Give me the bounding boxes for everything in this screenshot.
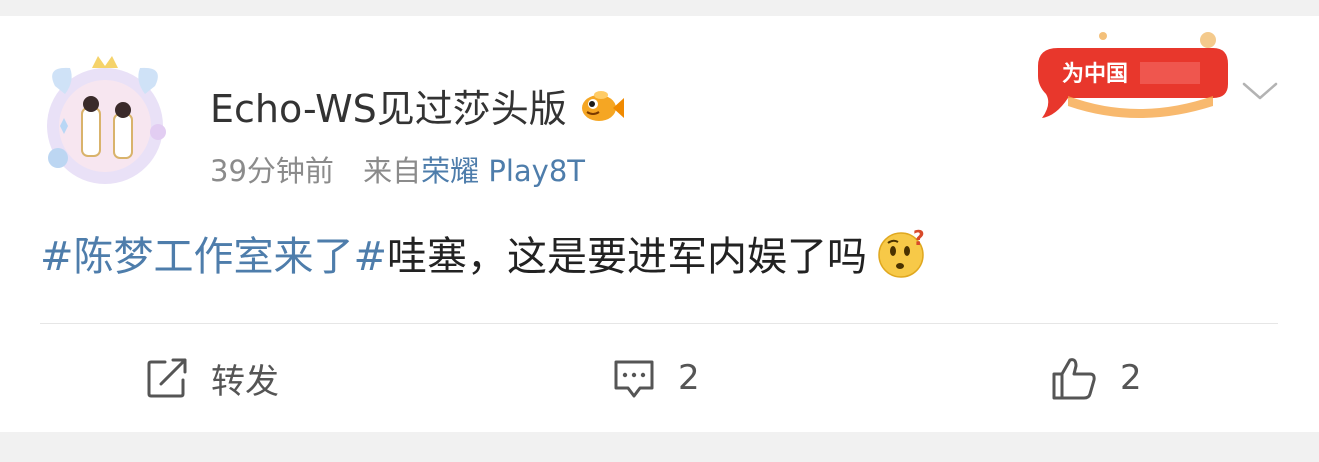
topic-link[interactable]: #陈梦工作室来了# [40,224,387,282]
banner-image[interactable]: 为中国 [1028,26,1240,122]
like-button[interactable]: 2 [1050,354,1142,402]
source-link[interactable]: 荣耀 Play8T [421,154,585,188]
post-card: Echo-WS见过莎头版 39分钟前 来自荣耀 Play8T 为中国 #陈梦工作… [0,16,1319,432]
username[interactable]: Echo-WS见过莎头版 [210,78,625,133]
banner-text: 为中国 [1062,62,1128,87]
like-count: 2 [1120,358,1142,398]
thinking-face-icon: ? [875,225,931,281]
fish-badge-icon [577,86,625,126]
chevron-down-icon[interactable] [1240,76,1280,106]
username-text[interactable]: Echo-WS见过莎头版 [210,78,567,133]
repost-icon [145,356,189,400]
post-time: 39分钟前 [210,154,334,188]
divider [40,323,1278,324]
comment-count: 2 [678,358,700,398]
thumbs-up-icon [1050,354,1098,402]
post-text: #陈梦工作室来了# 哇塞，这是要进军内娱了吗 ? [40,224,931,282]
repost-label: 转发 [211,361,279,402]
source-prefix: 来自 [363,154,422,188]
comment-icon [612,356,656,400]
post-meta: 39分钟前 来自荣耀 Play8T [210,148,585,190]
repost-button[interactable]: 转发 [145,354,279,402]
comment-button[interactable]: 2 [612,354,700,402]
post-body: 哇塞，这是要进军内娱了吗 [387,234,868,280]
svg-text:?: ? [913,226,925,250]
avatar[interactable] [30,46,180,196]
